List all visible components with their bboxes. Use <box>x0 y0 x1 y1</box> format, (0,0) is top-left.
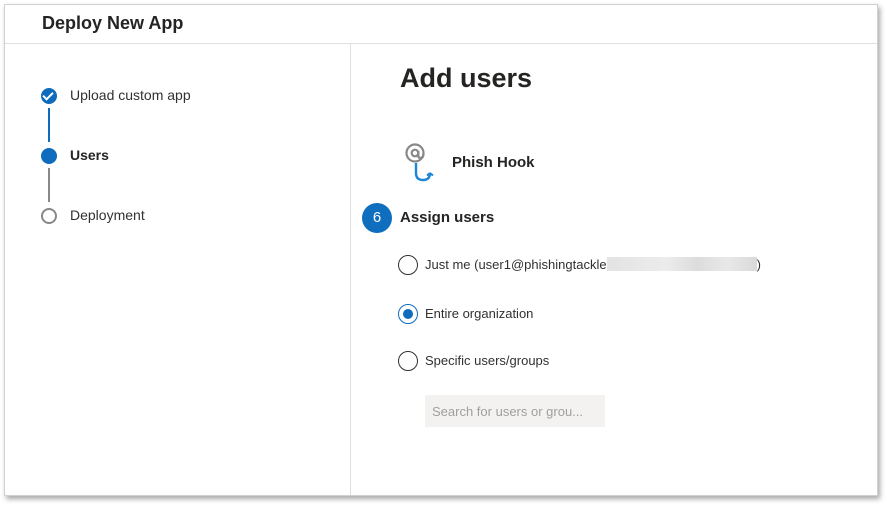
radio-label-suffix: ) <box>756 257 761 272</box>
radio-label-entire-organization: Entire organization <box>425 306 534 321</box>
assign-users-heading: Assign users <box>400 209 495 226</box>
step-label: Users <box>70 147 109 163</box>
step-pending-circle-icon <box>41 208 57 224</box>
app-name: Phish Hook <box>452 154 535 171</box>
radio-label-just-me: Just me (user1@phishingtackle <box>425 257 607 272</box>
dialog-header: Deploy New App <box>5 5 877 44</box>
radio-just-me[interactable] <box>398 255 418 275</box>
step-connector <box>48 168 50 202</box>
step-connector <box>48 108 50 142</box>
dialog-title: Deploy New App <box>42 13 184 33</box>
user-search-input[interactable] <box>425 395 605 427</box>
radio-specific-users[interactable] <box>398 351 418 371</box>
step-completed-check-icon <box>41 88 57 104</box>
stepper: Upload custom app Users Deployment <box>5 44 351 495</box>
deploy-dialog: Deploy New App Upload custom app Users D… <box>4 4 878 496</box>
page-title: Add users <box>400 63 533 93</box>
redacted-text <box>606 257 757 271</box>
step-current-dot-icon <box>41 148 57 164</box>
radio-entire-organization[interactable] <box>398 304 418 324</box>
step-number-badge: 6 <box>362 203 392 233</box>
at-hook-icon <box>405 143 434 182</box>
step-label: Upload custom app <box>70 87 191 103</box>
step-label: Deployment <box>70 207 145 223</box>
radio-label-specific-users: Specific users/groups <box>425 353 550 368</box>
